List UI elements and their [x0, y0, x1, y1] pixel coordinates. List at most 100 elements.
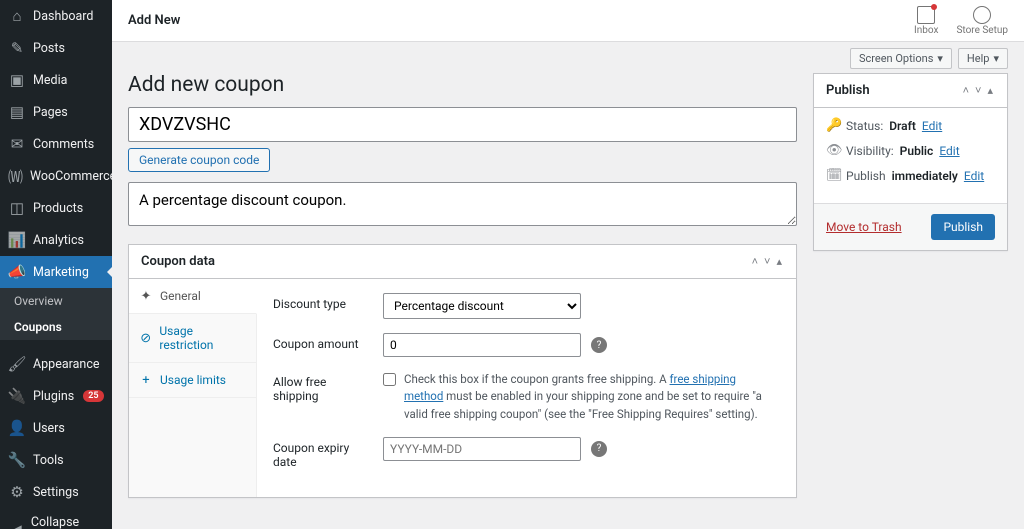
sidebar-item-label: Settings: [33, 485, 79, 500]
topbar-btn-label: Inbox: [914, 25, 938, 36]
coupon-amount-input[interactable]: [383, 333, 581, 357]
sidebar-item-media[interactable]: ▣Media: [0, 64, 112, 96]
sidebar-item-comments[interactable]: ✉Comments: [0, 128, 112, 160]
help-button[interactable]: Help▾: [958, 48, 1008, 69]
wrench-icon: ✦: [139, 289, 153, 303]
plugins-badge: 25: [83, 390, 103, 402]
edit-visibility-link[interactable]: Edit: [939, 144, 959, 158]
help-icon[interactable]: ?: [591, 337, 607, 353]
sidebar-sub-coupons[interactable]: Coupons: [0, 314, 112, 340]
help-icon[interactable]: ?: [591, 441, 607, 457]
tab-label: Usage limits: [160, 373, 226, 387]
pin-icon: ✎: [8, 39, 26, 57]
topbar-btn-label: Store Setup: [956, 25, 1008, 36]
main-area: Add New Inbox Store Setup Screen Options…: [112, 0, 1024, 529]
coupon-data-panel: Coupon data ˄ ˅ ▴ ✦General ⊘Usage restri…: [128, 244, 797, 498]
screen-options-button[interactable]: Screen Options ▾: [850, 48, 952, 69]
plugins-icon: 🔌: [8, 387, 26, 405]
sidebar-item-analytics[interactable]: 📊 Analytics: [0, 224, 112, 256]
chevron-down-icon: ▾: [993, 52, 999, 65]
page-title: Add new coupon: [128, 73, 797, 97]
dashboard-icon: ⌂: [8, 7, 26, 25]
inbox-button[interactable]: Inbox: [914, 6, 938, 36]
sidebar-item-appearance[interactable]: 🖌 Appearance: [0, 348, 112, 380]
sidebar-sub-overview[interactable]: Overview: [0, 288, 112, 314]
order-down-icon[interactable]: ˅: [762, 253, 772, 270]
inbox-icon: [917, 6, 935, 24]
sidebar-item-users[interactable]: 👤Users: [0, 412, 112, 444]
sidebar-item-label: Tools: [33, 453, 64, 468]
sidebar-item-label: Media: [33, 73, 67, 88]
sidebar-item-settings[interactable]: ⚙ Settings: [0, 476, 112, 508]
sidebar-item-label: Pages: [33, 105, 68, 120]
status-value: Draft: [889, 119, 916, 133]
discount-type-label: Discount type: [273, 293, 373, 311]
analytics-icon: 📊: [8, 231, 26, 249]
sidebar-item-label: Products: [33, 201, 83, 216]
sidebar-item-label: Dashboard: [33, 9, 93, 24]
edit-status-link[interactable]: Edit: [922, 119, 942, 133]
circle-icon: [973, 6, 991, 24]
sidebar-item-products[interactable]: ◫ Products: [0, 192, 112, 224]
sidebar-item-tools[interactable]: 🔧 Tools: [0, 444, 112, 476]
sidebar-item-label: Marketing: [33, 265, 89, 280]
users-icon: 👤: [8, 419, 26, 437]
sidebar-item-woocommerce[interactable]: 🄦 WooCommerce: [0, 160, 112, 192]
store-setup-button[interactable]: Store Setup: [956, 6, 1008, 36]
order-down-icon[interactable]: ˅: [973, 82, 983, 99]
visibility-label: Visibility:: [846, 144, 894, 158]
free-shipping-checkbox[interactable]: [383, 373, 396, 386]
tab-label: Usage restriction: [159, 324, 246, 352]
panel-toggle-icon[interactable]: ▴: [774, 253, 784, 270]
sidebar-item-label: Plugins: [33, 389, 74, 404]
publish-button[interactable]: Publish: [931, 214, 995, 240]
order-up-icon[interactable]: ˄: [750, 253, 760, 270]
generate-coupon-button[interactable]: Generate coupon code: [128, 148, 270, 172]
free-shipping-label: Allow free shipping: [273, 371, 373, 403]
sidebar-item-marketing[interactable]: 📣Marketing: [0, 256, 112, 288]
panel-toggle-icon[interactable]: ▴: [985, 82, 995, 99]
topbar-title: Add New: [128, 13, 180, 28]
page-icon: ▤: [8, 103, 26, 121]
coupon-amount-label: Coupon amount: [273, 333, 373, 351]
products-icon: ◫: [8, 199, 26, 217]
sidebar-item-pages[interactable]: ▤ Pages: [0, 96, 112, 128]
eye-icon: 👁: [826, 143, 840, 158]
coupon-description-textarea[interactable]: A percentage discount coupon.: [128, 182, 797, 226]
free-shipping-description: Check this box if the coupon grants free…: [404, 371, 773, 423]
appearance-icon: 🖌: [8, 355, 26, 373]
tools-icon: 🔧: [8, 451, 26, 469]
comment-icon: ✉: [8, 135, 26, 153]
move-to-trash-link[interactable]: Move to Trash: [826, 220, 902, 234]
restriction-icon: ⊘: [139, 331, 152, 345]
woocommerce-icon: 🄦: [8, 167, 23, 185]
chevron-down-icon: ▾: [937, 52, 943, 65]
sidebar-item-label: Analytics: [33, 233, 84, 248]
schedule-label: Publish: [846, 169, 886, 183]
opt-label: Screen Options: [859, 52, 933, 65]
sidebar-item-label: Posts: [33, 41, 65, 56]
sidebar-item-label: WooCommerce: [30, 169, 112, 184]
admin-sidebar: ⌂ Dashboard ✎ Posts ▣Media ▤ Pages ✉Comment…: [0, 0, 112, 529]
visibility-value: Public: [900, 144, 934, 158]
expiry-date-input[interactable]: [383, 437, 581, 461]
expiry-date-label: Coupon expiry date: [273, 437, 373, 469]
order-up-icon[interactable]: ˄: [961, 82, 971, 99]
sidebar-item-posts[interactable]: ✎ Posts: [0, 32, 112, 64]
tab-label: General: [160, 289, 201, 303]
edit-schedule-link[interactable]: Edit: [964, 169, 984, 183]
tab-general[interactable]: ✦ General: [129, 279, 257, 314]
coupon-code-input[interactable]: [128, 107, 797, 142]
sidebar-item-plugins[interactable]: 🔌 Plugins 25: [0, 380, 112, 412]
publish-panel: Publish ˄ ˅ ▴ 🔑 Status: Draft Edit: [813, 73, 1008, 251]
topbar: Add New Inbox Store Setup: [112, 0, 1024, 42]
tab-usage-limits[interactable]: +Usage limits: [129, 363, 256, 398]
sidebar-item-label: Appearance: [33, 357, 100, 372]
discount-type-select[interactable]: Percentage discount: [383, 293, 581, 319]
sidebar-item-dashboard[interactable]: ⌂ Dashboard: [0, 0, 112, 32]
coupon-tabs: ✦ General ⊘ Usage restriction +Usage limit…: [129, 279, 257, 497]
sidebar-item-label: Collapse menu: [31, 515, 104, 529]
settings-icon: ⚙: [8, 483, 26, 501]
tab-usage-restriction[interactable]: ⊘ Usage restriction: [129, 314, 256, 363]
sidebar-item-collapse[interactable]: ◀Collapse menu: [0, 508, 112, 529]
